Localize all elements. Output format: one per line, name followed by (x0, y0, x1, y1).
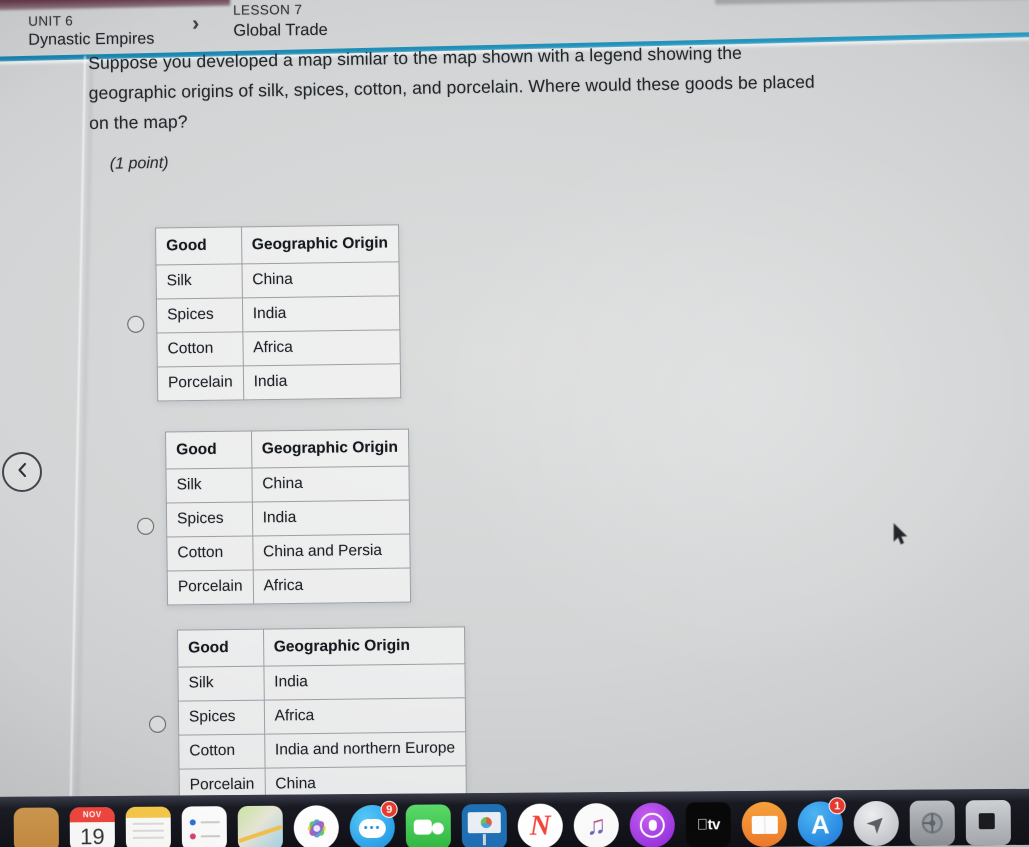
cell-good: Cotton (156, 331, 243, 367)
radio-button-option-3[interactable] (148, 715, 167, 733)
news-glyph: N (529, 809, 551, 842)
mouse-cursor (893, 523, 909, 546)
table-row: Cotton China and Persia (166, 534, 410, 572)
table-row: Spices India (156, 295, 400, 334)
radio-button-option-2[interactable] (137, 517, 155, 535)
table-row: Silk India (177, 663, 466, 702)
cell-origin: Africa (252, 568, 411, 604)
music-icon[interactable]: ♫ (573, 803, 619, 847)
option-2-table: Good Geographic Origin Silk China Spices… (164, 428, 411, 606)
apple-tv-glyph: tv (697, 816, 720, 834)
chevron-right-icon: › (192, 12, 200, 36)
table-row: Cotton Africa (156, 329, 401, 367)
table-row: Spices India (166, 500, 410, 538)
screenshot-root: UNIT 6 Dynastic Empires › LESSON 7 Globa… (0, 0, 1029, 847)
question-block: Suppose you developed a map similar to t… (88, 36, 850, 174)
system-preferences-icon[interactable] (909, 800, 955, 846)
cell-good: Porcelain (157, 365, 244, 401)
launchpad-icon[interactable]: ➤ (853, 800, 899, 847)
cell-good: Cotton (166, 535, 253, 572)
cell-good: Spices (178, 700, 265, 736)
table-row: Porcelain India (157, 363, 401, 401)
cell-origin: China (241, 261, 400, 298)
header-good: Good (177, 629, 264, 668)
header-good: Good (155, 226, 242, 266)
messages-badge: 9 (380, 800, 398, 818)
keynote-icon[interactable] (461, 803, 507, 847)
music-glyph: ♫ (586, 810, 607, 841)
cell-origin: India (242, 295, 400, 332)
dock-items: NOV 19 ••• 9 N ♫ tv A 1 ➤ (13, 797, 1011, 847)
cell-origin: India and northern Europe (264, 731, 466, 769)
app-store-icon[interactable]: A 1 (797, 797, 846, 847)
previous-question-button[interactable] (2, 452, 42, 492)
header-good: Good (165, 430, 252, 470)
rocket-icon: ➤ (859, 807, 892, 840)
table-row: Porcelain Africa (167, 568, 411, 606)
apple-tv-icon[interactable]: tv (685, 802, 731, 847)
messages-icon[interactable]: ••• 9 (349, 800, 398, 847)
cell-good: Spices (166, 501, 253, 538)
table-row: Silk China (165, 466, 410, 504)
gear-icon (921, 812, 943, 834)
cell-origin: Africa (242, 329, 401, 366)
cell-origin: India (251, 500, 410, 536)
breadcrumb-unit-label: UNIT 6 (28, 13, 74, 29)
cell-good: Silk (165, 467, 252, 504)
cell-good: Porcelain (167, 569, 254, 606)
cell-good: Spices (156, 297, 243, 334)
cell-origin: Africa (263, 697, 466, 735)
breadcrumb-lesson-title[interactable]: Global Trade (233, 21, 328, 41)
macos-dock: NOV 19 ••• 9 N ♫ tv A 1 ➤ (0, 788, 1029, 847)
table-header-row: Good Geographic Origin (155, 224, 399, 266)
finder-icon[interactable] (13, 807, 59, 847)
app-store-badge: 1 (828, 797, 846, 815)
option-1-table: Good Geographic Origin Silk China Spices… (154, 224, 401, 402)
app-store-glyph: A (810, 808, 830, 840)
option-3-table: Good Geographic Origin Silk India Spices… (176, 626, 467, 804)
photos-icon[interactable] (293, 805, 339, 847)
question-text: Suppose you developed a map similar to t… (88, 42, 815, 133)
notes-icon[interactable] (125, 806, 171, 847)
cell-good: Silk (177, 666, 264, 702)
table-header-row: Good Geographic Origin (177, 626, 465, 668)
news-icon[interactable]: N (517, 803, 563, 847)
cell-origin: India (263, 663, 466, 701)
maps-icon[interactable] (237, 805, 283, 847)
cell-origin: China (251, 466, 410, 502)
podcasts-icon[interactable] (629, 802, 675, 847)
header-origin: Geographic Origin (241, 224, 399, 264)
cell-good: Silk (155, 263, 243, 300)
radio-button-option-1[interactable] (127, 315, 145, 333)
question-points: (1 point) (109, 154, 169, 173)
calendar-month: NOV (69, 807, 115, 823)
unknown-app-icon[interactable] (965, 799, 1011, 846)
header-origin: Geographic Origin (251, 429, 409, 468)
calendar-day: 19 (80, 824, 105, 847)
contacts-icon[interactable] (181, 806, 227, 847)
cell-origin: India (242, 363, 401, 400)
table-row: Cotton India and northern Europe (178, 731, 466, 770)
table-row: Spices Africa (178, 697, 466, 736)
screen-glare (430, 120, 1029, 680)
facetime-icon[interactable] (405, 804, 451, 847)
calendar-icon[interactable]: NOV 19 (69, 807, 115, 847)
table-row: Silk China (155, 261, 400, 300)
table-header-row: Good Geographic Origin (165, 429, 409, 470)
breadcrumb-lesson-label: LESSON 7 (233, 2, 303, 18)
books-icon[interactable] (741, 801, 787, 847)
cell-origin: China and Persia (252, 534, 410, 570)
chevron-left-icon (16, 462, 29, 483)
cell-good: Cotton (178, 734, 265, 770)
header-origin: Geographic Origin (263, 626, 465, 667)
